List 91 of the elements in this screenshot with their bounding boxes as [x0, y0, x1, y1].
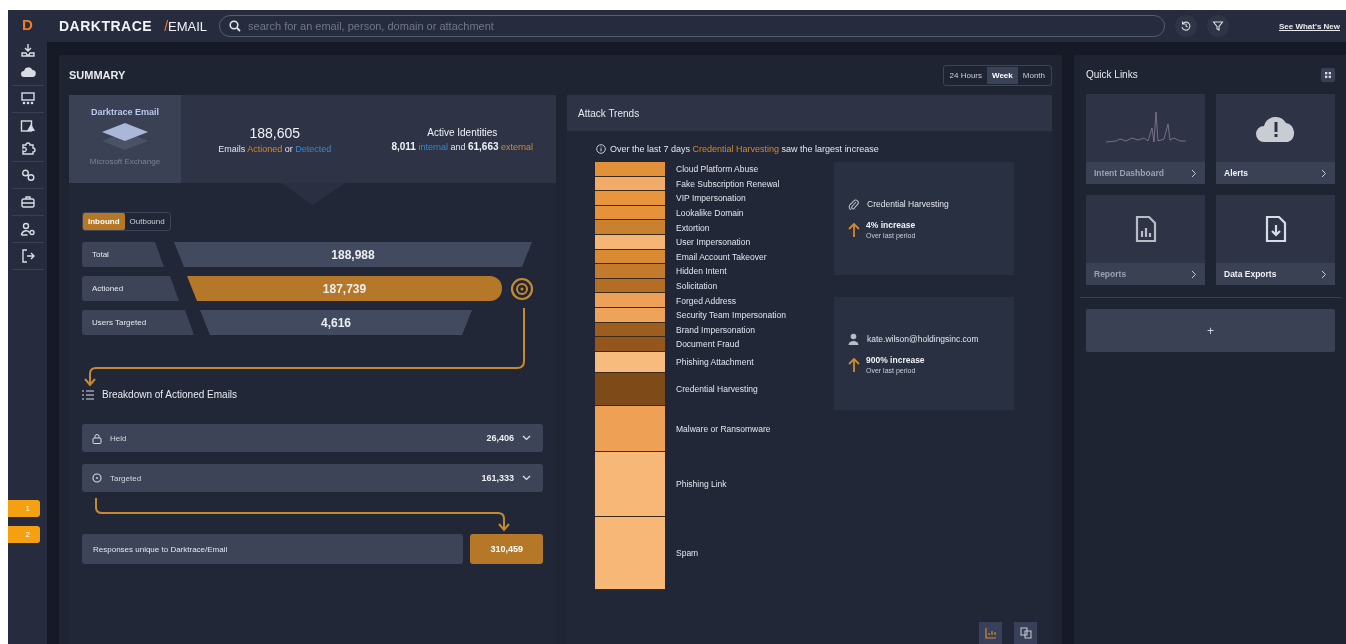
brand-name: DARKTRACE — [59, 18, 153, 34]
briefcase-icon[interactable] — [19, 194, 36, 210]
target-icon — [510, 276, 534, 301]
trend-label: VIP Impersonation — [676, 193, 746, 204]
highlight-label: Credential Harvesting — [867, 199, 949, 209]
copy-icon — [1019, 627, 1032, 639]
trend-label: Credential Harvesting — [676, 384, 758, 395]
direction-tab[interactable]: Outbound — [124, 213, 170, 230]
settings-icon[interactable] — [19, 167, 36, 183]
trend-label: Forged Address — [676, 295, 736, 306]
quick-link-tile[interactable]: Alerts — [1216, 94, 1335, 184]
search-field[interactable]: search for an email, person, domain or attachment — [219, 15, 1165, 37]
search-icon — [229, 20, 242, 32]
trend-label: Security Team Impersonation — [676, 310, 786, 321]
emails-count: 188,605 — [249, 124, 301, 141]
chevron-right-icon — [1321, 168, 1327, 178]
list-icon — [82, 389, 94, 400]
copy-button[interactable] — [1014, 622, 1037, 644]
product-title: Darktrace Email — [90, 107, 159, 117]
history-button[interactable] — [1174, 15, 1197, 37]
range-tab[interactable]: 24 Hours — [944, 66, 987, 84]
quick-link-tile[interactable]: Reports — [1086, 195, 1205, 285]
chevron-right-icon — [1321, 269, 1327, 279]
breakdown-row[interactable]: Held 26,406 — [82, 424, 543, 452]
quick-link-tile[interactable]: Intent Dashboard — [1086, 94, 1205, 184]
trend-label: Phishing Attachment — [676, 357, 754, 368]
file-download-icon — [1264, 215, 1287, 243]
trend-label: Extortion — [676, 222, 710, 233]
trend-label: Cloud Platform Abuse — [676, 164, 759, 175]
responses-value: 310,459 — [470, 534, 543, 564]
attack-trends-title: Attack Trends — [567, 95, 1052, 131]
grid-icon[interactable] — [1321, 67, 1335, 82]
paperclip-icon — [848, 198, 859, 210]
report-icon — [1134, 215, 1157, 243]
trend-label: Hidden Intent — [676, 266, 727, 277]
product-name: EMAIL — [168, 19, 208, 34]
quick-links-title: Quick Links — [1086, 69, 1138, 80]
trend-label: Document Fraud — [676, 339, 740, 350]
download-icon[interactable] — [19, 42, 36, 58]
highlight-change: 4% increase — [866, 220, 916, 230]
highlight-label: kate.wilson@holdingsinc.com — [867, 334, 979, 344]
responses-label: Responses unique to Darktrace/Email — [82, 534, 464, 564]
breakdown-title: Breakdown of Actioned Emails — [102, 389, 238, 400]
trend-label: Brand Impersonation — [676, 324, 755, 335]
funnel-label: Actioned — [82, 276, 179, 301]
trend-note: Over the last 7 days Credential Harvesting saw the largest increase — [610, 144, 879, 154]
trend-label: Solicitation — [676, 281, 718, 292]
layers-icon — [100, 122, 150, 152]
logo-mark[interactable]: D — [22, 16, 33, 33]
alert-icon[interactable] — [19, 118, 36, 134]
trend-label: Email Account Takeover — [676, 251, 767, 262]
trend-label: Lookalike Domain — [676, 208, 744, 219]
history-icon — [1179, 20, 1192, 32]
info-icon — [596, 144, 606, 154]
arrow-up-icon — [848, 221, 860, 238]
identities-title: Active Identities — [427, 126, 498, 138]
breakdown-row[interactable]: Targeted 161,333 — [82, 464, 543, 492]
funnel-bar: 4,616 — [200, 310, 472, 335]
funnel-label: Users Targeted — [82, 310, 194, 335]
quick-link-tile[interactable]: Data Exports — [1216, 195, 1335, 285]
add-button[interactable]: + — [1086, 309, 1335, 352]
range-tab[interactable]: Week — [987, 66, 1018, 84]
summary-title: SUMMARY — [69, 69, 126, 81]
brand-separator: / — [164, 18, 169, 34]
funnel-label: Total — [82, 242, 164, 267]
trend-label: User Impersonation — [676, 237, 751, 248]
trend-label: Malware or Ransomware — [676, 423, 771, 434]
funnel-bar: 187,739 — [187, 276, 502, 301]
highlight-change: 900% increase — [866, 355, 925, 365]
cloud-icon[interactable] — [19, 64, 36, 80]
arrow-up-icon — [848, 356, 860, 373]
puzzle-icon[interactable] — [19, 140, 36, 156]
filter-icon — [1211, 20, 1224, 32]
person-icon — [848, 333, 859, 345]
filter-button[interactable] — [1206, 15, 1229, 37]
trend-label: Fake Subscription Renewal — [676, 178, 780, 189]
whats-new-link[interactable]: See What's New — [1278, 21, 1340, 31]
user-settings-icon[interactable] — [19, 221, 36, 237]
range-tab[interactable]: Month — [1017, 66, 1050, 84]
chart-icon — [984, 627, 997, 639]
trend-label: Spam — [676, 548, 699, 559]
emails-caption: Emails Actioned or Detected — [218, 143, 332, 154]
circle-icon — [92, 473, 102, 483]
funnel-bar: 188,988 — [174, 242, 532, 267]
direction-tab[interactable]: Inbound — [83, 213, 125, 230]
logout-icon[interactable] — [19, 248, 36, 264]
chevron-right-icon — [1191, 269, 1197, 279]
trend-label: Phishing Link — [676, 479, 727, 490]
lock-icon — [92, 432, 102, 444]
chevron-right-icon — [1191, 168, 1197, 178]
identities-caption: 8,011 internal and 61,663 external — [391, 140, 534, 152]
